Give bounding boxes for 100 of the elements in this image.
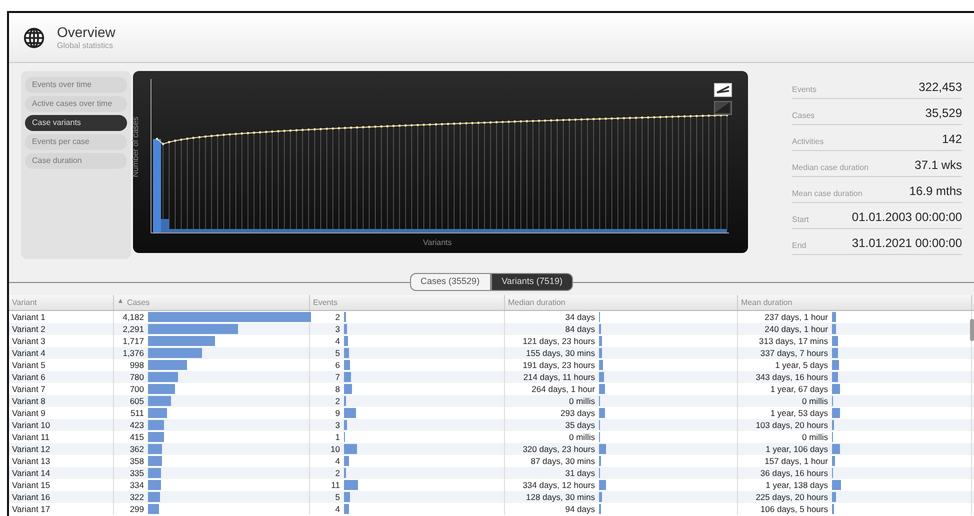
column-header[interactable]: Events	[313, 296, 338, 308]
chart-menu-item[interactable]: Case duration	[25, 153, 127, 169]
table-cell-text: 0 millis	[801, 432, 828, 442]
column-header[interactable]: Cases	[126, 296, 150, 308]
value-bar	[344, 456, 349, 466]
table-cell-text: 94 days	[564, 504, 595, 514]
value-bar	[599, 384, 605, 394]
stat-value: 01.01.2003 00:00:00	[852, 209, 962, 226]
table-cell-text: 10	[330, 444, 340, 454]
chart-menu-item[interactable]: Events over time	[25, 77, 127, 93]
value-bar	[148, 336, 215, 346]
table-cell: Variant 7	[12, 384, 46, 394]
chart-menu-item[interactable]: Events per case	[25, 134, 127, 150]
value-bar	[148, 444, 162, 454]
stat-label: Cases	[792, 110, 815, 122]
value-bar	[344, 480, 358, 490]
table-cell-text: 34 days	[564, 312, 595, 322]
stat-value: 16.9 mths	[909, 183, 962, 200]
table-cell-text: 1 year, 106 days	[764, 444, 828, 454]
table-cell-text: 2,291	[122, 324, 144, 334]
table-cell-text: 1,376	[122, 348, 144, 358]
value-bar	[832, 324, 836, 334]
value-bar	[832, 492, 836, 502]
table-cell-text: 11	[330, 480, 340, 490]
stat-value: 322,453	[918, 79, 962, 96]
value-bar	[832, 360, 839, 370]
table-cell-text: 264 days, 1 hour	[530, 384, 595, 394]
value-bar	[344, 360, 350, 370]
value-bar	[599, 408, 605, 418]
table-cell-text: 2	[334, 396, 340, 406]
table-cell-text: 780	[128, 372, 144, 382]
value-bar	[344, 492, 350, 502]
table-cell-text: 84 days	[564, 324, 595, 334]
table-cell-text: 337 days, 7 hours	[759, 348, 828, 358]
table-cell: Variant 12	[12, 444, 50, 454]
table-cell-text: 7	[334, 372, 340, 382]
column-header[interactable]: Median duration	[508, 296, 566, 308]
value-bar	[148, 360, 187, 370]
value-bar	[832, 348, 838, 358]
scrollbar-thumb[interactable]	[970, 319, 974, 341]
value-bar	[599, 444, 606, 454]
column-header[interactable]: Variant	[12, 296, 37, 308]
value-bar	[832, 480, 841, 490]
value-bar	[832, 372, 838, 382]
table-cell: Variant 5	[12, 360, 46, 370]
table-cell-text: 343 days, 16 hours	[754, 372, 828, 382]
table-cell-text: 106 days, 5 hours	[759, 504, 828, 514]
table-cell-text: 334 days, 12 hours	[522, 480, 595, 490]
stat-value: 31.01.2021 00:00:00	[852, 235, 962, 252]
stat-value: 37.1 wks	[914, 157, 962, 174]
table-cell-text: 998	[128, 360, 144, 370]
table-cell-text: 3	[334, 324, 340, 334]
value-bar	[148, 408, 167, 418]
chart-menu-item[interactable]: Case variants	[25, 115, 127, 131]
table-cell: Variant 4	[12, 348, 46, 358]
table-cell-text: 293 days	[560, 408, 595, 418]
value-bar	[148, 396, 171, 406]
table-cell-text: 31 days	[564, 468, 595, 478]
value-bar	[148, 480, 161, 490]
table-cell-text: 4	[334, 336, 340, 346]
table-cell-text: 335	[128, 468, 144, 478]
stat-label: Events	[792, 84, 816, 96]
value-bar	[344, 324, 347, 334]
value-bar	[832, 444, 840, 454]
table-cell: Variant 1	[12, 312, 46, 322]
table-cell: Variant 16	[12, 492, 50, 502]
value-bar	[832, 456, 835, 466]
value-bar	[599, 372, 604, 382]
table-cell-text: 128 days, 30 mins	[525, 492, 595, 502]
table-cell-text: 9	[334, 408, 340, 418]
table-cell-text: 700	[128, 384, 144, 394]
table-cell-text: 1,717	[122, 336, 144, 346]
table-cell-text: 320 days, 23 hours	[522, 444, 595, 454]
value-bar	[148, 504, 159, 514]
value-bar	[344, 372, 351, 382]
value-bar	[832, 336, 838, 346]
chart-menu-item[interactable]: Active cases over time	[25, 96, 127, 112]
value-bar	[148, 432, 164, 442]
view-tab[interactable]: Variants (7519)	[490, 273, 574, 291]
table-cell: Variant 6	[12, 372, 46, 382]
value-bar	[148, 420, 164, 430]
column-header[interactable]: Mean duration	[741, 296, 792, 308]
table-cell: Variant 11	[12, 432, 50, 442]
table-cell: Variant 13	[12, 456, 50, 466]
table-cell-text: 1 year, 67 days	[769, 384, 828, 394]
table-cell-text: 155 days, 30 mins	[525, 348, 595, 358]
view-tab[interactable]: Cases (35529)	[410, 273, 491, 291]
table-cell-text: 0 millis	[568, 432, 595, 442]
line-chart-button[interactable]	[714, 83, 732, 97]
value-bar	[344, 348, 349, 358]
value-bar	[148, 348, 202, 358]
table-cell: Variant 9	[12, 408, 46, 418]
table-cell-text: 237 days, 1 hour	[764, 312, 828, 322]
stat-label: End	[792, 240, 806, 252]
stat-label: Mean case duration	[792, 188, 862, 200]
value-bar	[148, 456, 162, 466]
table-cell-text: 313 days, 17 mins	[758, 336, 828, 346]
table-cell-text: 415	[128, 432, 144, 442]
x-axis-label: Variants	[423, 237, 452, 249]
table-cell-text: 0 millis	[568, 396, 595, 406]
